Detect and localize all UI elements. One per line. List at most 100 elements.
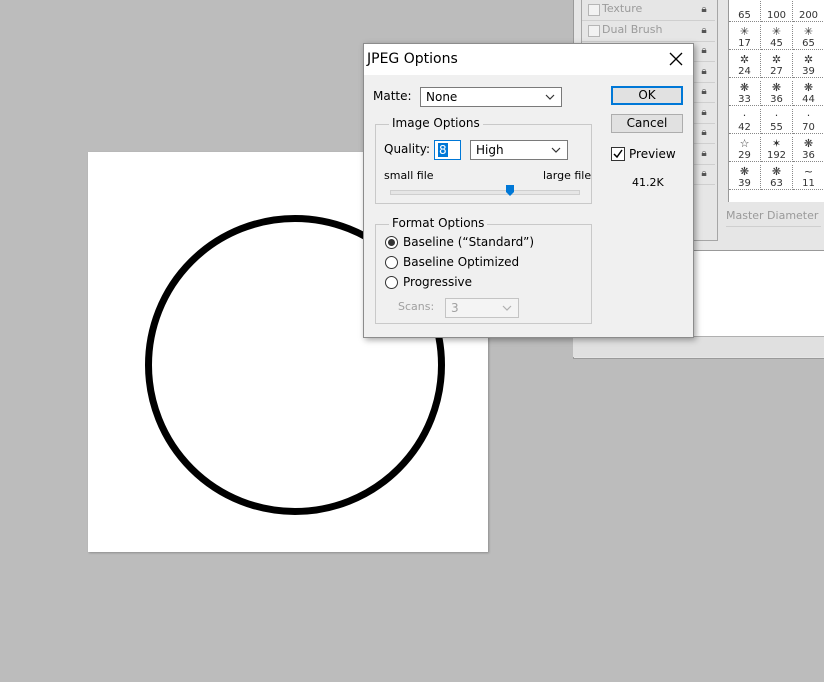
lock-icon[interactable]: 🔒︎ — [699, 86, 709, 97]
format-options-legend: Format Options — [389, 216, 488, 230]
brush-preset-glyph-icon: ✳ — [803, 25, 814, 38]
progressive-label[interactable]: Progressive — [403, 275, 472, 289]
master-diameter-slider[interactable] — [726, 226, 821, 239]
baseline-optimized-label[interactable]: Baseline Optimized — [403, 255, 519, 269]
brush-preset-cell[interactable]: ✳ 65 — [793, 25, 824, 50]
brush-preset-glyph-icon: ✶ — [771, 137, 782, 150]
checkmark-icon — [613, 149, 623, 159]
brush-setting-row[interactable]: Texture 🔒︎ — [582, 0, 715, 21]
close-icon — [669, 52, 682, 66]
brush-preset-size: 65 — [802, 38, 815, 49]
master-diameter-label: Master Diameter — [726, 209, 819, 222]
brush-preset-cell[interactable]: 100 — [761, 0, 793, 22]
quality-value: 8 — [438, 143, 448, 157]
brush-preset-size: 39 — [802, 66, 815, 77]
lock-icon[interactable]: 🔒︎ — [699, 45, 709, 56]
brush-preset-cell[interactable]: ✳ 17 — [729, 25, 761, 50]
brush-preset-grid: 65 100 200 ✳ 17 ✳ 45 ✳ 65 ✲ 24 ✲ 27 ✲ 39 ❋ 33 ❋ 36 ❋ 44 · 42 · 5… — [728, 0, 824, 202]
brush-preset-cell[interactable]: 65 — [729, 0, 761, 22]
brush-preset-cell[interactable]: ❋ 36 — [793, 137, 824, 162]
brush-panel-footer — [573, 336, 824, 357]
lock-icon[interactable]: 🔒︎ — [699, 4, 709, 15]
brush-preset-glyph-icon: ✳ — [739, 25, 750, 38]
brush-preset-size: 45 — [770, 38, 783, 49]
brush-preset-cell[interactable]: · 55 — [761, 109, 793, 134]
baseline-standard-radio[interactable] — [385, 236, 398, 249]
brush-preset-cell[interactable]: ❋ 36 — [761, 81, 793, 106]
baseline-optimized-radio[interactable] — [385, 256, 398, 269]
brush-setting-checkbox[interactable] — [588, 24, 600, 37]
brush-preset-size: 11 — [802, 178, 815, 189]
lock-icon[interactable]: 🔒︎ — [699, 66, 709, 77]
small-file-label: small file — [384, 169, 434, 182]
brush-preset-cell[interactable]: ✳ 45 — [761, 25, 793, 50]
brush-preset-cell[interactable]: ✲ 24 — [729, 53, 761, 78]
brush-preset-glyph-icon: · — [806, 109, 811, 122]
brush-preset-size: 17 — [738, 38, 751, 49]
lock-icon[interactable]: 🔒︎ — [699, 25, 709, 36]
brush-preset-size: 200 — [798, 10, 819, 21]
file-size-readout: 41.2K — [632, 176, 664, 189]
brush-preset-glyph-icon: · — [774, 109, 779, 122]
brush-preset-size: 63 — [770, 178, 783, 189]
close-button[interactable] — [658, 44, 693, 75]
cancel-button[interactable]: Cancel — [611, 114, 683, 133]
matte-select[interactable]: None — [420, 87, 562, 107]
brush-setting-row[interactable]: Dual Brush 🔒︎ — [582, 21, 715, 42]
brush-preset-cell[interactable]: ❋ 63 — [761, 165, 793, 190]
brush-preset-cell[interactable]: ✲ 39 — [793, 53, 824, 78]
brush-preset-size: 44 — [802, 94, 815, 105]
brush-preset-cell[interactable]: ~11 — [793, 165, 824, 190]
preview-checkbox[interactable] — [611, 147, 625, 161]
brush-preset-size: 36 — [770, 94, 783, 105]
brush-preset-cell[interactable]: ☆ 29 — [729, 137, 761, 162]
lock-icon[interactable]: 🔒︎ — [699, 107, 709, 118]
jpeg-options-dialog: JPEG Options Matte: None Image Options Q… — [363, 43, 694, 338]
brush-preset-cell[interactable]: ❋ 39 — [729, 165, 761, 190]
brush-preset-cell[interactable]: ❋ 44 — [793, 81, 824, 106]
brush-preset-glyph-icon: ✲ — [803, 53, 814, 66]
brush-preset-cell[interactable]: ✶ 192 — [761, 137, 793, 162]
brush-preset-size: 42 — [738, 122, 751, 133]
brush-preset-glyph-icon: ❋ — [771, 81, 782, 94]
quality-preset-value: High — [476, 143, 504, 157]
brush-preset-cell[interactable]: ❋ 33 — [729, 81, 761, 106]
lock-icon[interactable]: 🔒︎ — [699, 148, 709, 159]
brush-preset-glyph-icon: ❋ — [739, 81, 750, 94]
chevron-down-icon — [551, 147, 561, 153]
brush-preset-cell[interactable]: 200 — [793, 0, 824, 22]
brush-preset-glyph-icon: ✳ — [771, 25, 782, 38]
ok-button[interactable]: OK — [611, 86, 683, 105]
quality-label: Quality: — [384, 142, 431, 156]
progressive-radio[interactable] — [385, 276, 398, 289]
dialog-title: JPEG Options — [367, 51, 458, 67]
brush-preset-size: 33 — [738, 94, 751, 105]
brush-preset-glyph-icon: ❋ — [771, 165, 782, 178]
dialog-titlebar[interactable]: JPEG Options — [364, 44, 693, 75]
brush-preset-cell[interactable]: · 42 — [729, 109, 761, 134]
brush-preset-cell[interactable]: · 70 — [793, 109, 824, 134]
lock-icon[interactable]: 🔒︎ — [699, 127, 709, 138]
brush-preset-size: 100 — [766, 10, 787, 21]
brush-preset-glyph-icon: ❋ — [739, 165, 750, 178]
lock-icon[interactable]: 🔒︎ — [699, 168, 709, 179]
brush-preset-glyph-icon: ~ — [803, 165, 814, 178]
matte-label: Matte: — [373, 89, 412, 103]
quality-preset-select[interactable]: High — [470, 140, 568, 160]
brush-preset-size: 192 — [766, 150, 787, 161]
brush-preset-glyph-icon: · — [742, 109, 747, 122]
baseline-standard-label[interactable]: Baseline (“Standard”) — [403, 235, 534, 249]
brush-setting-checkbox[interactable] — [588, 4, 600, 16]
large-file-label: large file — [543, 169, 592, 182]
quality-slider-thumb[interactable] — [506, 185, 515, 196]
quality-input[interactable]: 8 — [434, 140, 461, 160]
brush-preset-size: 55 — [770, 122, 783, 133]
brush-stroke-preview — [693, 250, 824, 337]
preview-label[interactable]: Preview — [629, 147, 676, 161]
brush-preset-glyph-icon: ✲ — [739, 53, 750, 66]
brush-preset-glyph-icon: ❋ — [803, 137, 814, 150]
quality-slider-track[interactable] — [390, 190, 580, 195]
brush-preset-size: 24 — [738, 66, 751, 77]
brush-preset-cell[interactable]: ✲ 27 — [761, 53, 793, 78]
scans-value: 3 — [451, 301, 459, 315]
